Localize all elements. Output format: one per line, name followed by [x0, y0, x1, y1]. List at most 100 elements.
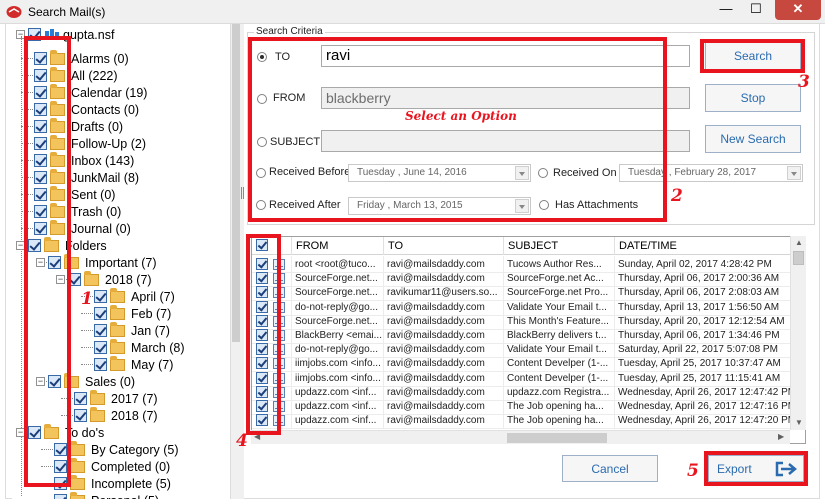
panel-splitter[interactable]	[240, 24, 244, 499]
annotation-number-1: 1	[81, 289, 93, 309]
annotation-box-3	[700, 39, 805, 73]
column-header-datetime[interactable]: DATE/TIME	[615, 237, 805, 255]
maximize-button[interactable]: ☐	[742, 0, 770, 20]
grid-hscroll-thumb[interactable]	[507, 433, 607, 443]
tree-checkbox[interactable]	[94, 290, 107, 303]
tree-checkbox[interactable]	[94, 324, 107, 337]
tree-node[interactable]: April (7)	[94, 287, 175, 305]
tree-branch-line	[81, 347, 93, 348]
column-header-to[interactable]: TO	[384, 237, 504, 255]
annotation-box-4	[246, 234, 281, 435]
tree-node-label: Contacts (0)	[71, 102, 140, 117]
tree-node-label: Alarms (0)	[71, 51, 129, 66]
tree-node-label: Calendar (19)	[71, 85, 148, 100]
tree-node-label: By Category (5)	[91, 442, 179, 457]
tree-node[interactable]: March (8)	[94, 338, 184, 356]
tree-node-label: Important (7)	[85, 255, 157, 270]
tree-node-label: Sales (0)	[85, 374, 136, 389]
tree-scroll-thumb[interactable]	[232, 24, 240, 342]
annotation-number-5: 5	[687, 461, 699, 481]
tree-scrollbar[interactable]	[230, 24, 240, 499]
annotation-box-5	[704, 451, 808, 486]
tree-node-label: Sent (0)	[71, 187, 116, 202]
annotation-number-4: 4	[236, 431, 248, 451]
cell-subject: The Job opening ha...	[504, 412, 615, 430]
grid-horizontal-scrollbar[interactable]: ◀ ▶	[251, 430, 790, 444]
tree-node-label: JunkMail (8)	[71, 170, 140, 185]
tree-node-label: 2017 (7)	[111, 391, 158, 406]
splitter-grip[interactable]	[241, 187, 244, 199]
folder-icon	[90, 389, 105, 405]
folder-icon	[110, 321, 125, 337]
tree-node-label: Trash (0)	[71, 204, 122, 219]
tree-node-label: Feb (7)	[131, 306, 172, 321]
window-title: Search Mail(s)	[28, 5, 106, 19]
cell-from: updazz.com <inf...	[292, 412, 384, 430]
tree-node-label: Drafts (0)	[71, 119, 124, 134]
tree-node-label: April (7)	[131, 289, 175, 304]
search-criteria-legend: Search Criteria	[254, 26, 325, 37]
folder-icon	[70, 440, 85, 456]
cell-to: ravi@mailsdaddy.com	[384, 412, 504, 430]
tree-node-label: Completed (0)	[91, 459, 171, 474]
tree-checkbox[interactable]	[54, 494, 67, 499]
tree-branch-line	[81, 364, 93, 365]
tree-node-label: 2018 (7)	[111, 408, 158, 423]
tree-node-label: Jan (7)	[131, 323, 170, 338]
tree-node[interactable]: Incomplete (5)	[54, 474, 171, 492]
tree-checkbox[interactable]	[94, 358, 107, 371]
tree-node[interactable]: Personal (5)	[54, 491, 159, 499]
scroll-down-icon[interactable]: ▼	[795, 418, 803, 427]
scroll-up-icon[interactable]: ▲	[795, 238, 803, 247]
tree-node-label: 2018 (7)	[105, 272, 152, 287]
tree-node[interactable]: Completed (0)	[54, 457, 171, 475]
minimize-button[interactable]: —	[712, 0, 740, 20]
tree-node[interactable]: By Category (5)	[54, 440, 179, 458]
calendar-dropdown-icon[interactable]	[787, 166, 801, 180]
tree-node-label: Personal (5)	[91, 494, 159, 499]
folder-icon	[90, 406, 105, 422]
folder-icon	[70, 457, 85, 473]
tree-checkbox[interactable]	[74, 392, 87, 405]
folder-icon	[110, 355, 125, 371]
tree-node-label: Inbox (143)	[71, 153, 135, 168]
column-header-subject[interactable]: SUBJECT	[504, 237, 615, 255]
grid-header: FROM TO SUBJECT DATE/TIME	[252, 237, 805, 255]
folder-icon	[110, 338, 125, 354]
annotation-box-2	[248, 37, 667, 222]
new-search-button[interactable]: New Search	[705, 125, 801, 153]
tree-branch-line	[81, 313, 93, 314]
tree-node[interactable]: Jan (7)	[94, 321, 170, 339]
tree-node[interactable]: 2018 (7)	[74, 406, 158, 424]
scroll-right-icon[interactable]: ▶	[778, 432, 784, 441]
stop-button[interactable]: Stop	[705, 84, 801, 112]
folder-icon	[70, 491, 85, 499]
results-grid[interactable]: FROM TO SUBJECT DATE/TIME root <root@tuc…	[251, 236, 806, 444]
annotation-hint: Select an Option	[405, 109, 517, 123]
tree-checkbox[interactable]	[94, 341, 107, 354]
tree-node[interactable]: 2017 (7)	[74, 389, 158, 407]
tree-checkbox[interactable]	[94, 307, 107, 320]
folder-icon	[110, 304, 125, 320]
annotation-number-2: 2	[671, 186, 683, 206]
tree-node-label: All (222)	[71, 68, 118, 83]
tree-checkbox[interactable]	[74, 409, 87, 422]
cancel-button[interactable]: Cancel	[562, 455, 658, 482]
grid-vertical-scrollbar[interactable]: ▲ ▼	[790, 236, 806, 430]
tree-node-label: Journal (0)	[71, 221, 131, 236]
folder-icon	[70, 474, 85, 490]
annotation-number-3: 3	[798, 72, 810, 92]
close-button[interactable]: ✕	[775, 0, 821, 20]
table-row[interactable]: updazz.com <inf... ravi@mailsdaddy.com The…	[252, 412, 805, 430]
column-header-from[interactable]: FROM	[292, 237, 384, 255]
tree-node-label: Follow-Up (2)	[71, 136, 147, 151]
grid-vscroll-thumb[interactable]	[793, 251, 804, 265]
tree-branch-line	[81, 330, 93, 331]
tree-node-label: May (7)	[131, 357, 174, 372]
cell-datetime: Wednesday, April 26, 2017 12:47:20 PM	[615, 412, 805, 430]
tree-node[interactable]: May (7)	[94, 355, 174, 373]
folder-icon	[110, 287, 125, 303]
tree-node[interactable]: Feb (7)	[94, 304, 172, 322]
tree-node-label: Folders	[65, 238, 107, 253]
tree-node-label: Incomplete (5)	[91, 476, 171, 491]
